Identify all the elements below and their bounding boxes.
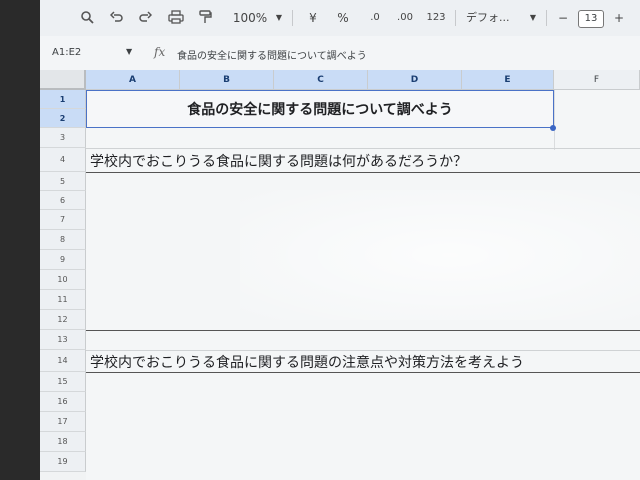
column-header-b[interactable]: B xyxy=(180,70,274,90)
row-header[interactable]: 1 xyxy=(40,90,86,109)
row-header[interactable]: 4 xyxy=(40,148,86,172)
question-cell[interactable]: 学校内でおこりうる食品に関する問題は何があるだろうか？ xyxy=(86,151,640,171)
row-header[interactable]: 14 xyxy=(40,350,86,372)
font-select[interactable]: デフォ... xyxy=(466,10,526,26)
font-size-input[interactable]: 13 xyxy=(578,10,604,28)
decrease-decimal-button[interactable]: .0 xyxy=(364,10,386,26)
column-header-d[interactable]: D xyxy=(368,70,462,90)
row-header[interactable]: 13 xyxy=(40,330,86,350)
column-header-a[interactable]: A xyxy=(86,70,180,90)
column-header-c[interactable]: C xyxy=(274,70,368,90)
row-header[interactable]: 8 xyxy=(40,230,86,250)
toolbar-divider xyxy=(455,10,456,26)
column-header-e[interactable]: E xyxy=(462,70,554,90)
row-header[interactable]: 3 xyxy=(40,128,86,148)
countermeasure-cell[interactable]: 学校内でおこりうる食品に関する問題の注意点や対策方法を考えよう xyxy=(86,352,640,372)
row-header[interactable]: 5 xyxy=(40,172,86,191)
toolbar-divider xyxy=(546,10,547,26)
name-box[interactable]: A1:E2 xyxy=(52,47,81,58)
select-all-corner[interactable] xyxy=(40,70,86,90)
title-cell[interactable]: 食品の安全に関する問題について調べよう xyxy=(86,90,554,128)
number-format-button[interactable]: 123 xyxy=(425,10,447,26)
redo-icon[interactable] xyxy=(138,10,154,26)
font-size-increase-button[interactable]: + xyxy=(612,10,626,26)
toolbar: 100% ▼ ¥ % .0 .00 123 デフォ... ▼ − 13 + xyxy=(40,0,640,36)
chevron-down-icon[interactable]: ▼ xyxy=(274,10,284,26)
formula-input[interactable]: 食品の安全に関する問題について調べよう xyxy=(177,47,367,62)
function-icon: fx xyxy=(154,45,166,59)
column-header-f[interactable]: F xyxy=(554,70,640,90)
fill-handle[interactable] xyxy=(550,125,556,131)
search-icon[interactable] xyxy=(80,10,96,26)
print-icon[interactable] xyxy=(168,10,186,26)
row-header[interactable]: 16 xyxy=(40,392,86,412)
row-header[interactable]: 10 xyxy=(40,270,86,290)
formula-bar: A1:E2 ▼ fx 食品の安全に関する問題について調べよう xyxy=(40,36,640,71)
chevron-down-icon[interactable]: ▼ xyxy=(528,10,538,26)
row-header[interactable]: 19 xyxy=(40,452,86,472)
font-size-decrease-button[interactable]: − xyxy=(556,10,570,26)
zoom-select[interactable]: 100% xyxy=(230,10,270,26)
currency-button[interactable]: ¥ xyxy=(306,10,320,26)
percent-button[interactable]: % xyxy=(336,10,350,26)
row-header[interactable]: 15 xyxy=(40,372,86,392)
toolbar-divider xyxy=(292,10,293,26)
spreadsheet-screen: 100% ▼ ¥ % .0 .00 123 デフォ... ▼ − 13 + A1… xyxy=(40,0,640,480)
row-header[interactable]: 12 xyxy=(40,310,86,330)
row-header[interactable]: 9 xyxy=(40,250,86,270)
increase-decimal-button[interactable]: .00 xyxy=(393,10,417,26)
row-header[interactable]: 6 xyxy=(40,191,86,210)
chevron-down-icon[interactable]: ▼ xyxy=(126,47,132,56)
row-header[interactable]: 11 xyxy=(40,290,86,310)
row-header[interactable]: 18 xyxy=(40,432,86,452)
undo-icon[interactable] xyxy=(110,10,126,26)
paint-format-icon[interactable] xyxy=(198,10,214,26)
row-header[interactable]: 2 xyxy=(40,109,86,128)
row-header[interactable]: 7 xyxy=(40,210,86,230)
row-header[interactable]: 17 xyxy=(40,412,86,432)
